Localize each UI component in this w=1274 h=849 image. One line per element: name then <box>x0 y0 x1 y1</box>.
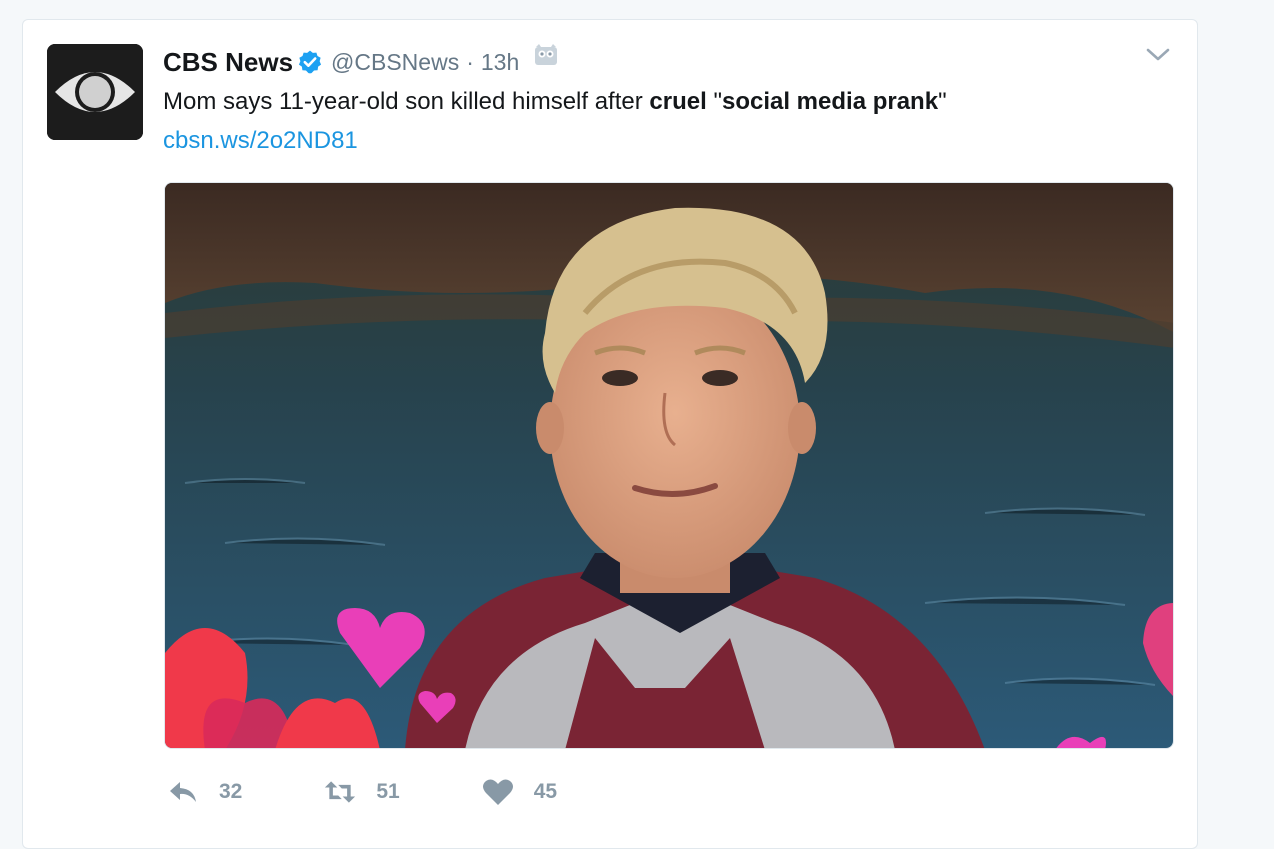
retweet-button[interactable]: 51 <box>324 778 400 806</box>
tweet-link[interactable]: cbsn.ws/2o2ND81 <box>163 123 358 159</box>
owl-icon[interactable] <box>533 43 559 69</box>
tweet-photo[interactable] <box>164 182 1174 749</box>
like-button[interactable]: 45 <box>482 778 557 806</box>
display-name[interactable]: CBS News <box>163 47 293 78</box>
cbs-eye-logo-icon <box>47 44 143 140</box>
timestamp[interactable]: 13h <box>481 49 519 76</box>
tweet-header: CBS News @CBSNews · 13h <box>163 44 559 80</box>
avatar[interactable] <box>47 44 143 140</box>
tweet-card[interactable]: CBS News @CBSNews · 13h Mom says 11-year… <box>22 19 1198 849</box>
retweet-icon <box>325 781 356 803</box>
like-count: 45 <box>533 780 558 803</box>
chevron-down-icon[interactable] <box>1145 46 1171 64</box>
reply-icon <box>170 782 196 802</box>
tweet-text-part3: " <box>938 88 947 115</box>
tweet-actions: 32 51 45 <box>167 776 639 808</box>
tweet-text-part2: " <box>706 88 722 115</box>
heart-icon <box>482 779 513 805</box>
tweet-text-part1: Mom says 11-year-old son killed himself … <box>163 88 650 115</box>
handle[interactable]: @CBSNews <box>331 49 459 76</box>
tweet-text-bold1: cruel <box>649 88 707 115</box>
tweet-text-bold2: social media prank <box>721 88 939 115</box>
reply-button[interactable]: 32 <box>167 778 242 806</box>
tweet-text: Mom says 11-year-old son killed himself … <box>163 84 947 120</box>
retweet-count: 51 <box>376 780 400 803</box>
reply-count: 32 <box>219 780 243 803</box>
verified-badge-icon <box>298 50 322 74</box>
photo-image <box>165 183 1173 748</box>
separator: · <box>466 48 474 75</box>
